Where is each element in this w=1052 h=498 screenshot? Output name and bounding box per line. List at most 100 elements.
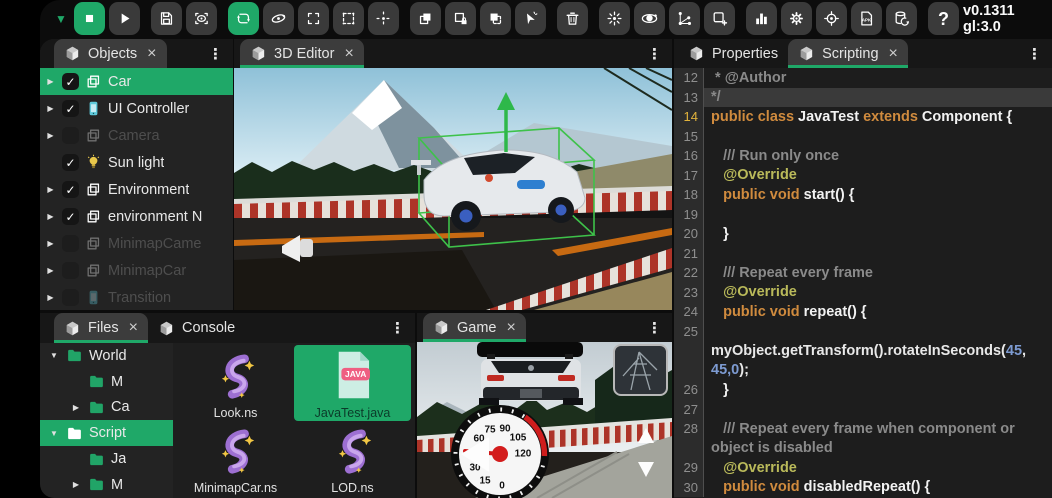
folder-row-m[interactable]: M [40, 369, 173, 395]
scale-tool-button[interactable] [298, 2, 329, 35]
expand-arrow-icon[interactable]: ▶ [45, 293, 56, 302]
expand-arrow-icon[interactable]: ▶ [45, 104, 56, 113]
play-mode-dropdown-button[interactable]: ▼ [52, 2, 70, 35]
close-icon[interactable]: × [889, 46, 898, 62]
file-javatest-java[interactable]: JAVAJavaTest.java [294, 345, 411, 421]
sync-assets-button[interactable] [886, 2, 917, 35]
scene-preview-button[interactable] [186, 2, 217, 35]
help-button[interactable]: ? [928, 2, 959, 35]
object-row-ui-controller[interactable]: ▶✓UI Controller [40, 95, 233, 122]
play-button[interactable] [109, 2, 140, 35]
code-line[interactable]: 16 /// Run only once [674, 146, 1052, 166]
object-row-sun-light[interactable]: ✓Sun light [40, 149, 233, 176]
file-lod-ns[interactable]: LOD.ns [294, 421, 411, 497]
code-line[interactable]: 28 /// Repeat every frame when component… [674, 419, 1052, 439]
code-line[interactable]: 14public class JavaTest extends Componen… [674, 107, 1052, 127]
folder-row-m[interactable]: ▶M [40, 472, 173, 498]
game-menu-button[interactable]: ⋮ [637, 313, 672, 342]
tab-files[interactable]: Files × [54, 313, 148, 343]
file-look-ns[interactable]: Look.ns [177, 345, 294, 421]
code-line[interactable]: 24 public void repeat() { [674, 302, 1052, 322]
visibility-checkbox[interactable] [62, 262, 79, 279]
delete-button[interactable] [557, 2, 588, 35]
save-button[interactable] [151, 2, 182, 35]
scene-3d-viewport[interactable] [234, 68, 672, 310]
physics-orbit-button[interactable] [634, 2, 665, 35]
folder-row-ja[interactable]: Ja [40, 446, 173, 472]
visibility-checkbox[interactable]: ✓ [62, 181, 79, 198]
close-icon[interactable]: × [147, 46, 156, 62]
code-line[interactable]: 22 /// Repeat every frame [674, 263, 1052, 283]
bring-forward-button[interactable] [410, 2, 441, 35]
visibility-checkbox[interactable]: ✓ [62, 73, 79, 90]
editor3d-menu-button[interactable]: ⋮ [637, 39, 672, 68]
close-icon[interactable]: × [507, 320, 516, 336]
code-line[interactable]: 45,0); [674, 361, 1052, 381]
visibility-checkbox[interactable] [62, 127, 79, 144]
tab-console[interactable]: Console [148, 313, 245, 343]
object-row-transition[interactable]: ▶Transition [40, 284, 233, 310]
expand-arrow-icon[interactable]: ▼ [48, 429, 60, 438]
tab-3d-editor[interactable]: 3D Editor × [240, 39, 364, 68]
object-row-minimapcar[interactable]: ▶MinimapCar [40, 257, 233, 284]
expand-arrow-icon[interactable]: ▶ [45, 266, 56, 275]
object-row-environment[interactable]: ▶✓Environment [40, 176, 233, 203]
expand-arrow-icon[interactable]: ▶ [45, 239, 56, 248]
expand-arrow-icon[interactable]: ▶ [45, 131, 56, 140]
folder-row-ca[interactable]: ▶Ca [40, 395, 173, 421]
code-line[interactable]: 15 [674, 127, 1052, 147]
scripting-menu-button[interactable]: ⋮ [1017, 39, 1052, 68]
close-icon[interactable]: × [129, 320, 138, 336]
code-line[interactable]: 20 } [674, 224, 1052, 244]
code-line[interactable]: 21 [674, 244, 1052, 264]
expand-arrow-icon[interactable]: ▶ [70, 403, 82, 412]
code-line[interactable]: myObject.getTransform().rotateInSeconds(… [674, 341, 1052, 361]
folder-row-world[interactable]: ▼World [40, 343, 173, 369]
expand-arrow-icon[interactable]: ▶ [45, 77, 56, 86]
expand-arrow-icon[interactable]: ▼ [48, 351, 60, 360]
stop-button[interactable] [74, 2, 105, 35]
code-line[interactable]: 30 public void disabledRepeat() { [674, 478, 1052, 498]
select-box-tool-button[interactable] [333, 2, 364, 35]
code-line[interactable]: object is disabled [674, 439, 1052, 459]
visibility-checkbox[interactable] [62, 235, 79, 252]
expand-arrow-icon[interactable]: ▶ [45, 212, 56, 221]
build-target-button[interactable] [816, 2, 847, 35]
visibility-checkbox[interactable]: ✓ [62, 154, 79, 171]
orbit-rotate-tool-button[interactable] [263, 2, 294, 35]
objects-menu-button[interactable]: ⋮ [198, 39, 233, 68]
add-object-button[interactable] [704, 2, 735, 35]
layer-lock-button[interactable] [445, 2, 476, 35]
files-menu-button[interactable]: ⋮ [380, 313, 415, 343]
visibility-checkbox[interactable]: ✓ [62, 100, 79, 117]
code-line[interactable]: 12 * @Author [674, 68, 1052, 88]
code-editor[interactable]: 12 * @Author13*/14public class JavaTest … [674, 68, 1052, 498]
tab-properties[interactable]: Properties [678, 39, 788, 68]
tab-objects[interactable]: Objects × [54, 39, 167, 68]
export-apk-button[interactable]: APK [851, 2, 882, 35]
folder-row-script[interactable]: ▼Script [40, 420, 173, 446]
node-graph-button[interactable] [669, 2, 700, 35]
send-backward-button[interactable] [480, 2, 511, 35]
tab-game[interactable]: Game × [423, 313, 526, 342]
settings-button[interactable] [781, 2, 812, 35]
light-flare-button[interactable] [599, 2, 630, 35]
expand-arrow-icon[interactable]: ▶ [70, 480, 82, 489]
move-tool-button[interactable] [368, 2, 399, 35]
rotate-tool-button[interactable] [228, 2, 259, 35]
code-line[interactable]: 18 public void start() { [674, 185, 1052, 205]
code-line[interactable]: 23 @Override [674, 283, 1052, 303]
tab-scripting[interactable]: Scripting × [788, 39, 908, 68]
object-row-car[interactable]: ▶✓Car [40, 68, 233, 95]
object-row-minimapcame[interactable]: ▶MinimapCame [40, 230, 233, 257]
touch-pointer-tool-button[interactable] [515, 2, 546, 35]
game-viewport[interactable]: 0153045607590105120 [417, 342, 672, 498]
code-line[interactable]: 25 [674, 322, 1052, 342]
code-line[interactable]: 26 } [674, 380, 1052, 400]
visibility-checkbox[interactable]: ✓ [62, 208, 79, 225]
visibility-checkbox[interactable] [62, 289, 79, 306]
close-icon[interactable]: × [344, 46, 353, 62]
code-line[interactable]: 27 [674, 400, 1052, 420]
object-row-camera[interactable]: ▶Camera [40, 122, 233, 149]
stats-button[interactable] [746, 2, 777, 35]
